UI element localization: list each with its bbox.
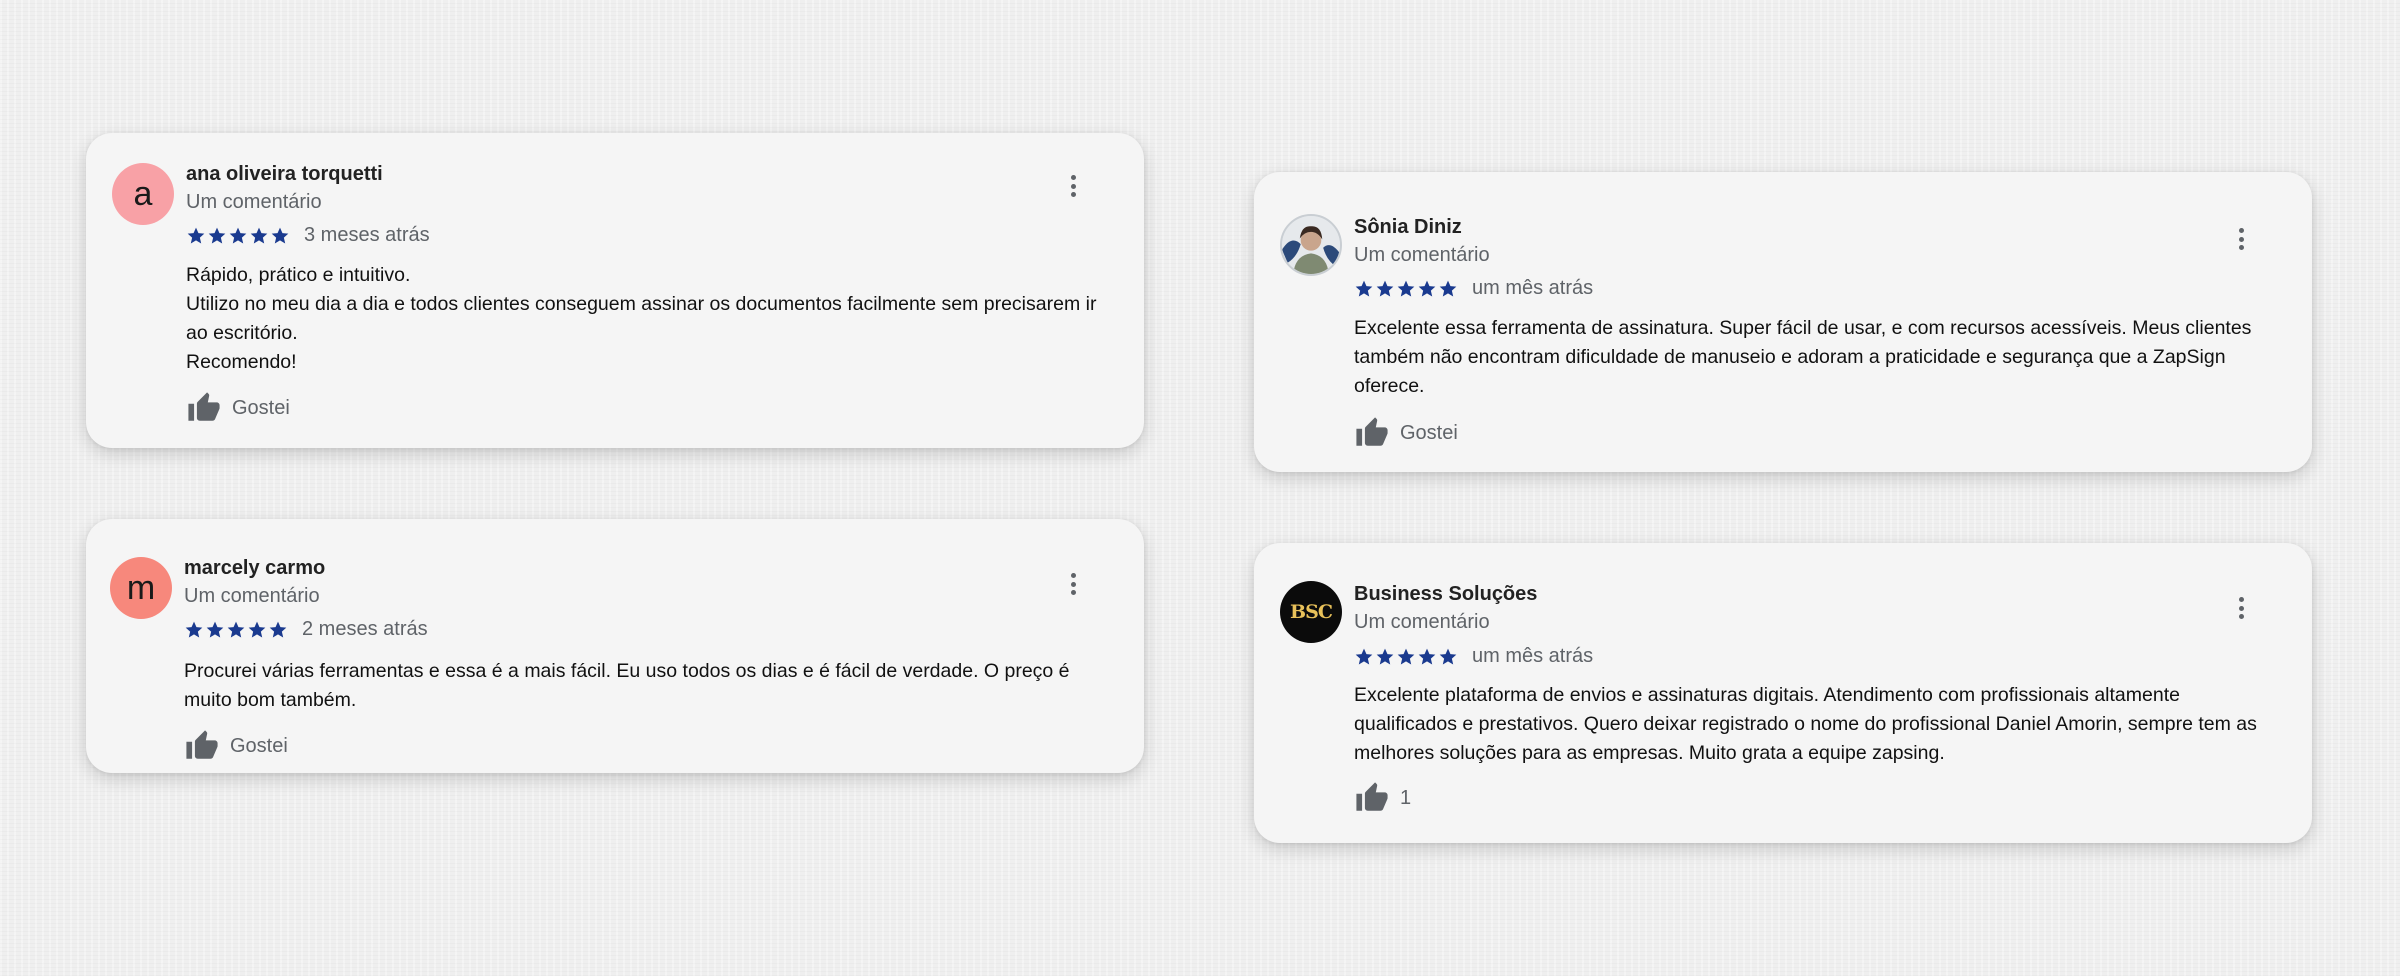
review-line: Procurei várias ferramentas e essa é a m… [184, 660, 1070, 711]
review-count: Um comentário [186, 191, 322, 213]
avatar[interactable]: BSC [1280, 581, 1342, 643]
like-count: 1 [1400, 786, 1412, 809]
avatar[interactable] [1280, 214, 1342, 276]
review-line: Excelente plataforma de envios e assinat… [1354, 684, 2257, 764]
review-time: 2 meses atrás [302, 618, 428, 640]
reviewer-name[interactable]: Sônia Diniz [1354, 216, 1462, 239]
review-line: Recomendo! [186, 351, 297, 373]
star-icon [187, 227, 205, 243]
reviewer-name[interactable]: marcely carmo [184, 557, 325, 580]
review-text: Procurei várias ferramentas e essa é a m… [184, 657, 1114, 715]
review-card: a ana oliveira torquetti Um comentário 3… [86, 133, 1144, 448]
review-card: m marcely carmo Um comentário 2 meses at… [86, 519, 1144, 773]
like-button[interactable]: Gostei [184, 729, 288, 763]
review-count: Um comentário [1354, 611, 1490, 633]
star-icon [1376, 648, 1394, 664]
review-time: 3 meses atrás [304, 224, 430, 246]
review-text: Rápido, prático e intuitivo. Utilizo no … [186, 261, 1114, 377]
like-button[interactable]: Gostei [1354, 416, 1458, 450]
like-label: Gostei [1400, 421, 1458, 444]
star-icon [227, 621, 245, 637]
thumb-up-icon [1356, 782, 1388, 811]
rating-row: 2 meses atrás [184, 618, 428, 641]
profile-photo [1282, 216, 1340, 274]
logo-text: BSC [1290, 601, 1333, 623]
like-button[interactable]: 1 [1354, 781, 1411, 815]
star-icon [185, 621, 203, 637]
review-card: Sônia Diniz Um comentário um mês atrás E… [1254, 172, 2312, 472]
thumb-up-icon [1356, 417, 1388, 446]
thumb-up-icon [188, 392, 220, 421]
reviewer-name[interactable]: Business Soluções [1354, 583, 1537, 606]
star-icon [269, 621, 287, 637]
review-line: Rápido, prático e intuitivo. [186, 264, 411, 286]
star-icon [206, 621, 224, 637]
review-count: Um comentário [184, 585, 320, 607]
review-card: BSC Business Soluções Um comentário um m… [1254, 543, 2312, 843]
star-rating [184, 620, 288, 640]
rating-row: um mês atrás [1354, 645, 1593, 668]
rating-row: 3 meses atrás [186, 224, 430, 247]
star-icon [1418, 648, 1436, 664]
like-label: Gostei [232, 396, 290, 419]
rating-row: um mês atrás [1354, 277, 1593, 300]
star-icon [208, 227, 226, 243]
star-icon [1439, 648, 1457, 664]
star-icon [1355, 280, 1373, 296]
reviewer-name[interactable]: ana oliveira torquetti [186, 163, 383, 186]
review-line: Utilizo no meu dia a dia e todos cliente… [186, 293, 1097, 344]
review-text: Excelente essa ferramenta de assinatura.… [1354, 314, 2282, 401]
review-time: um mês atrás [1472, 645, 1594, 667]
review-count: Um comentário [1354, 244, 1490, 266]
star-icon [271, 227, 289, 243]
star-icon [1397, 648, 1415, 664]
more-vert-icon[interactable] [2234, 224, 2248, 254]
thumb-up-icon [186, 730, 218, 759]
star-icon [1397, 280, 1415, 296]
review-text: Excelente plataforma de envios e assinat… [1354, 681, 2282, 768]
review-line: Excelente essa ferramenta de assinatura.… [1354, 317, 2252, 397]
star-icon [1439, 280, 1457, 296]
star-icon [1355, 648, 1373, 664]
star-rating [1354, 647, 1458, 667]
star-rating [1354, 279, 1458, 299]
like-button[interactable]: Gostei [186, 391, 290, 425]
avatar[interactable]: a [112, 163, 174, 225]
more-vert-icon[interactable] [1066, 569, 1080, 599]
review-time: um mês atrás [1472, 277, 1594, 299]
avatar[interactable]: m [110, 557, 172, 619]
like-label: Gostei [230, 734, 288, 757]
star-icon [1376, 280, 1394, 296]
star-rating [186, 226, 290, 246]
star-icon [248, 621, 266, 637]
star-icon [1418, 280, 1436, 296]
star-icon [250, 227, 268, 243]
star-icon [229, 227, 247, 243]
more-vert-icon[interactable] [1066, 171, 1080, 201]
more-vert-icon[interactable] [2234, 593, 2248, 623]
